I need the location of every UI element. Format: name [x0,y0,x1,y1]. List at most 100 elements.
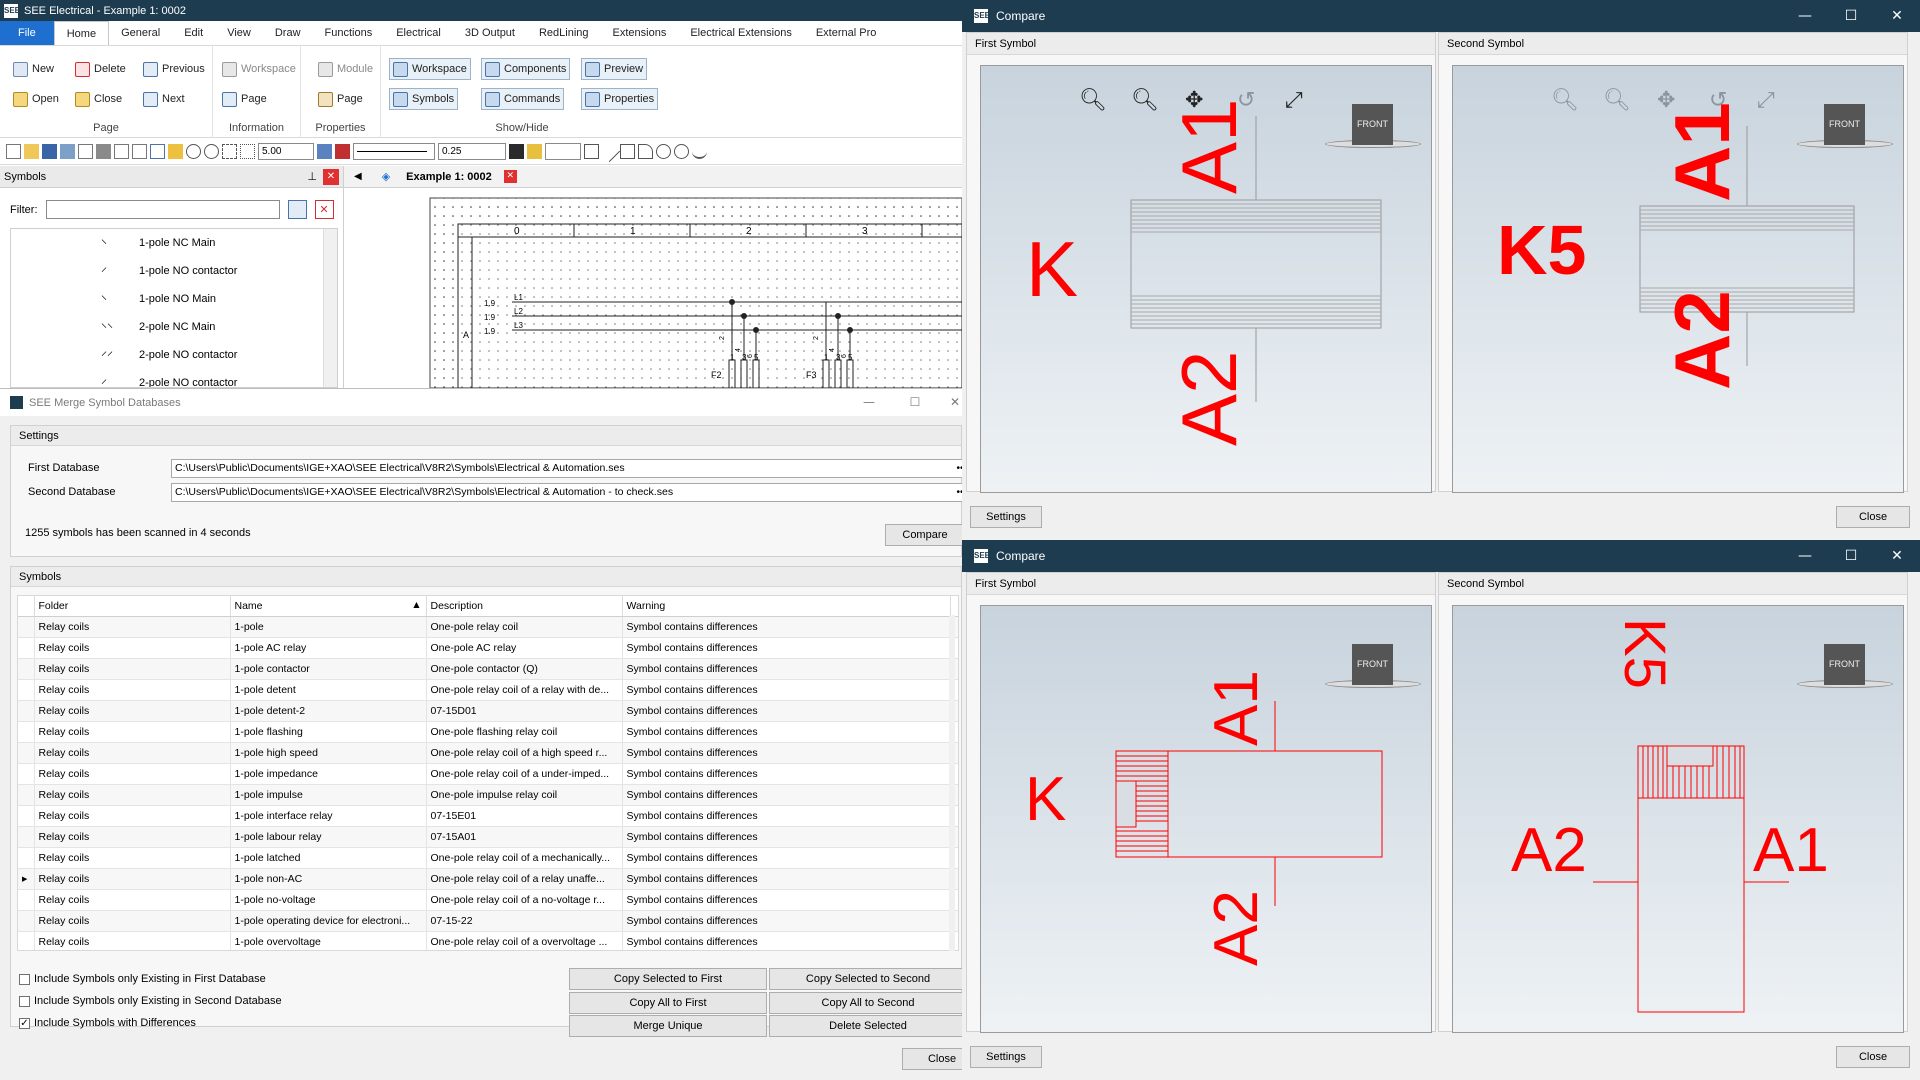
box-tool-icon[interactable] [620,144,635,159]
new-button[interactable]: New [10,58,57,80]
tab-view[interactable]: View [215,21,263,45]
text-tool-icon[interactable] [710,144,725,159]
properties-module-button[interactable]: Module [315,58,376,80]
show-properties-button[interactable]: Properties [581,88,659,110]
rectangle-tool-icon[interactable] [584,144,599,159]
column-header-folder[interactable]: Folder [34,596,231,617]
hatch-icon[interactable] [527,144,542,159]
tab-draw[interactable]: Draw [263,21,313,45]
properties-page-button[interactable]: Page [315,88,366,110]
show-commands-button[interactable]: Commands [481,88,565,110]
table-row[interactable]: Relay coils 1-pole interface relay 07-15E0… [18,805,958,827]
zoom-in-icon[interactable] [204,144,219,159]
circle-tool-icon[interactable] [656,144,671,159]
list-item[interactable]: ⸌ 1-pole NO Main [11,285,337,313]
tab-edit[interactable]: Edit [172,21,215,45]
tab-file[interactable]: File [0,21,54,45]
column-header-name[interactable]: Name ▲ [230,596,427,617]
info-page-button[interactable]: Page [219,88,270,110]
table-scrollbar[interactable] [949,615,955,951]
column-header-warning[interactable]: Warning [622,596,951,617]
minimize-icon[interactable]: — [1782,0,1828,32]
second-symbol-viewport[interactable]: 🔍︎ 🔍︎ ✥ ↺ ⤢ FRONT K5 A1 A2 [1452,65,1904,493]
table-row[interactable]: Relay coils 1-pole One-pole relay coil Symb… [18,616,958,638]
first-symbol-viewport[interactable]: 🔍︎ 🔍︎ ✥ ↺ ⤢ FRONT K A1 A2 [980,65,1432,493]
drawing-canvas[interactable]: 0 1 2 3 A 1.9 1.9 1.9 L1 L2 L3 2 4 6 2 4… [344,188,962,388]
show-workspace-button[interactable]: Workspace [389,58,471,80]
table-row[interactable]: Relay coils 1-pole labour relay 07-15A01 Sy… [18,826,958,848]
zoom-window-icon[interactable] [222,144,237,159]
table-row[interactable]: Relay coils 1-pole impulse One-pole impuls… [18,784,958,806]
first-db-field[interactable]: C:\Users\Public\Documents\IGE+XAO\SEE El… [171,459,971,478]
close-icon[interactable]: ✕ [1874,540,1920,572]
table-row[interactable]: Relay coils 1-pole impedance One-pole rela… [18,763,958,785]
close-page-button[interactable]: Close [72,88,125,110]
checkbox-first-only[interactable]: Include Symbols only Existing in First D… [19,973,266,985]
table-row[interactable]: Relay coils 1-pole operating device for e… [18,910,958,932]
tab-functions[interactable]: Functions [313,21,385,45]
cut-icon[interactable] [150,144,165,159]
line-tool-icon[interactable] [598,140,621,163]
save-icon[interactable] [42,144,57,159]
table-row[interactable]: Relay coils 1-pole detent-2 07-15D01 Symbol… [18,700,958,722]
copy-icon[interactable] [114,144,129,159]
refresh-icon[interactable] [168,144,183,159]
list-item[interactable]: ⸌⸌ 2-pole NC Main [11,313,337,341]
list-item[interactable]: ⸍⸍ 2-pole NO contactor [11,341,337,369]
info-workspace-button[interactable]: Workspace [219,58,299,80]
maximize-icon[interactable]: ☐ [1828,540,1874,572]
symbol-list-scrollbar[interactable] [323,229,337,387]
delete-button[interactable]: Delete [72,58,129,80]
copy-selected-to-first-button[interactable]: Copy Selected to First [569,968,767,990]
table-row[interactable]: Relay coils 1-pole flashing One-pole flash… [18,721,958,743]
minimize-icon[interactable]: — [1782,540,1828,572]
layer-icon[interactable] [317,144,332,159]
grid-size-select[interactable]: 5.00 [258,143,314,160]
tab-general[interactable]: General [109,21,172,45]
table-row[interactable]: Relay coils 1-pole no-voltage One-pole rel… [18,889,958,911]
tab-electrical-extensions[interactable]: Electrical Extensions [678,21,804,45]
second-db-field[interactable]: C:\Users\Public\Documents\IGE+XAO\SEE El… [171,483,971,502]
close-icon[interactable]: ✕ [323,168,339,185]
fill-color-icon[interactable] [509,144,524,159]
line-width-select[interactable]: 0.25 [438,143,506,160]
color-swatch[interactable] [545,143,581,160]
settings-button[interactable]: Settings [970,506,1042,528]
copy-selected-to-second-button[interactable]: Copy Selected to Second [769,968,967,990]
save-as-icon[interactable] [60,144,75,159]
tab-external-pro[interactable]: External Pro [804,21,889,45]
close-icon[interactable]: ✕ [1874,0,1920,32]
filter-apply-icon[interactable] [287,200,307,219]
tab-electrical[interactable]: Electrical [384,21,453,45]
copy-all-to-second-button[interactable]: Copy All to Second [769,992,967,1014]
pin-icon[interactable]: ⊥ [307,170,317,183]
print-icon[interactable] [96,144,111,159]
tab-scroll-left-icon[interactable]: ◀ [354,171,362,182]
paste-icon[interactable] [132,144,147,159]
new-file-icon[interactable] [6,144,21,159]
tab-redlining[interactable]: RedLining [527,21,601,45]
ellipse-tool-icon[interactable] [674,144,689,159]
show-components-button[interactable]: Components [481,58,571,80]
minimize-icon[interactable]: — [846,389,892,416]
delete-selected-button[interactable]: Delete Selected [769,1015,967,1037]
table-row[interactable]: ▶ Relay coils 1-pole non-AC One-pole relay … [18,868,958,890]
close-button[interactable]: Close [1836,1046,1910,1068]
zoom-out-icon[interactable] [186,144,201,159]
tab-3d-output[interactable]: 3D Output [453,21,527,45]
compare-button[interactable]: Compare [885,524,965,546]
grid-icon[interactable] [240,144,255,159]
list-item[interactable]: ⸌ 1-pole NC Main [11,229,337,257]
arc-tool-icon[interactable] [638,144,653,159]
next-button[interactable]: Next [140,88,188,110]
tab-extensions[interactable]: Extensions [601,21,679,45]
print-preview-icon[interactable] [78,144,93,159]
second-symbol-viewport[interactable]: FRONT K5 A2 A1 [1452,605,1904,1033]
table-row[interactable]: Relay coils 1-pole detent One-pole relay c… [18,679,958,701]
spline-tool-icon[interactable] [692,144,707,159]
list-item[interactable]: ⸍ 2-pole NO contactor [11,369,337,388]
tab-close-icon[interactable]: ✕ [503,170,517,183]
table-row[interactable]: Relay coils 1-pole AC relay One-pole AC re… [18,637,958,659]
previous-button[interactable]: Previous [140,58,208,80]
tab-home[interactable]: Home [53,21,110,45]
